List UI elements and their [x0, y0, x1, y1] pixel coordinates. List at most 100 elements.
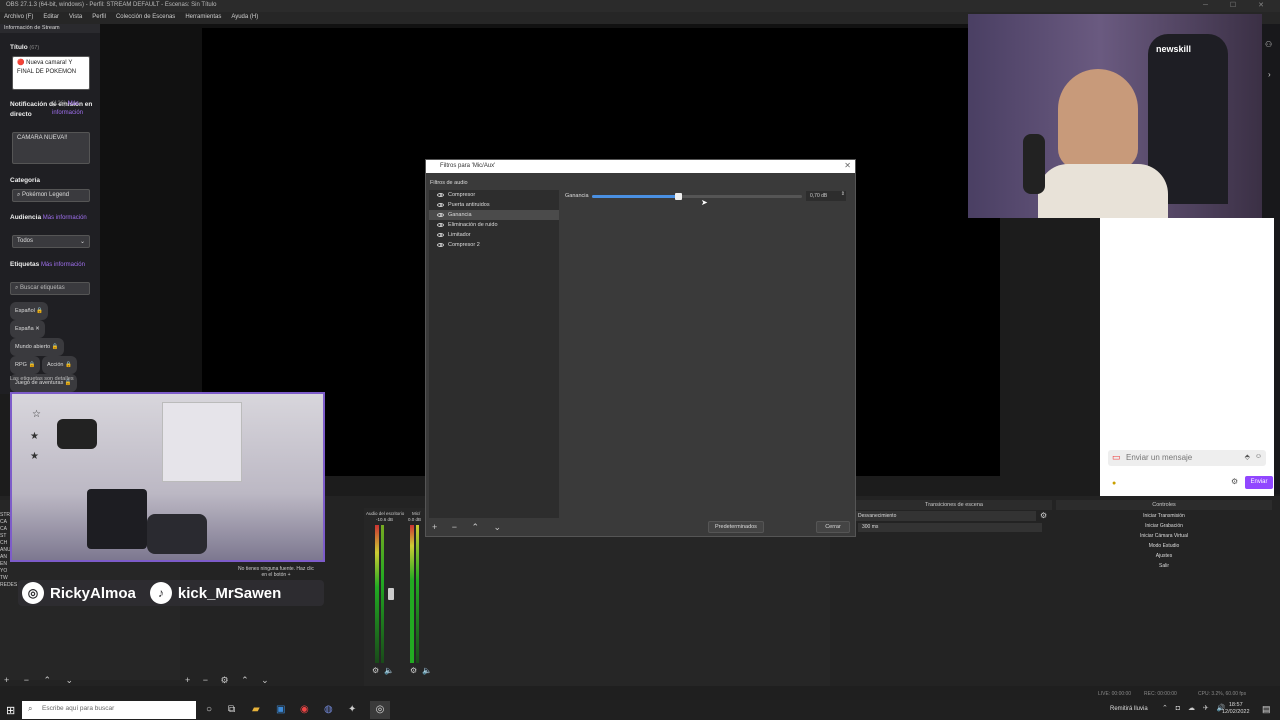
gain-slider-track[interactable] [592, 193, 802, 200]
menu-ayuda[interactable]: Ayuda (H) [231, 14, 258, 22]
mixer-meter-1b [381, 525, 384, 663]
exit-button[interactable]: Salir [1056, 561, 1272, 571]
close-icon[interactable]: ✕ [844, 161, 851, 170]
eye-visibility-icon[interactable] [437, 233, 444, 237]
eye-visibility-icon[interactable] [437, 213, 444, 217]
system-tray-icons[interactable]: ⌃ ◘ ☁ ✈ 🔊 [1162, 704, 1228, 712]
eye-visibility-icon[interactable] [437, 243, 444, 247]
instagram-handle: RickyAlmoa [50, 584, 136, 602]
studio-mode-button[interactable]: Modo Estudio [1056, 541, 1272, 551]
weather-text[interactable]: Remitirá lluvia [1110, 706, 1148, 712]
start-virtual-camera-button[interactable]: Iniciar Cámara Virtual [1056, 531, 1272, 541]
chevron-right-icon[interactable]: › [1268, 70, 1271, 79]
sources-toolbar[interactable]: + − ⚙ ⌃ ⌄ [185, 675, 274, 686]
mixer-fader-1[interactable] [388, 588, 394, 600]
scenes-toolbar[interactable]: + − ⌃ ⌄ [4, 675, 79, 686]
spinner-icon[interactable]: ⇕ [841, 191, 845, 197]
menu-archivo[interactable]: Archivo (F) [4, 14, 33, 22]
defaults-button[interactable]: Predeterminados [708, 521, 764, 533]
tag-chip[interactable]: Acción 🔒 [41, 356, 77, 374]
menu-herramientas[interactable]: Herramientas [185, 14, 221, 22]
audience-select[interactable]: Todos ⌄ [12, 235, 90, 248]
mixer-2-gear-icon[interactable]: ⚙ [410, 666, 417, 675]
filter-item[interactable]: Compresor [429, 190, 559, 200]
category-value: Pokémon Legend [22, 192, 70, 198]
menu-editar[interactable]: Editar [43, 14, 59, 22]
chat-message-input[interactable]: ▭ Enviar un mensaje ⬘ ☺ [1108, 450, 1266, 466]
tag-chip[interactable]: Mundo abierto 🔒 [10, 338, 64, 356]
gain-slider-thumb[interactable] [675, 193, 683, 200]
mixer-1-speaker-icon[interactable]: 🔈 [384, 666, 394, 675]
transition-type-select[interactable]: Desvanecimiento [856, 511, 1036, 521]
menu-coleccion[interactable]: Colección de Escenas [116, 14, 175, 22]
tag-chip[interactable]: RPG 🔒 [10, 356, 41, 374]
obs-taskbar-icon[interactable]: ◎ [370, 701, 390, 719]
dialog-title: Filtros para 'Mic/Aux' [440, 163, 496, 169]
chevron-down-icon: ⌄ [79, 239, 85, 245]
dialog-titlebar: Filtros para 'Mic/Aux' ✕ [426, 160, 855, 173]
task-view-icon[interactable]: ⧉ [228, 704, 235, 715]
tag-chip[interactable]: España ✕ [10, 320, 45, 338]
tags-search-input[interactable]: ⌕ Buscar etiquetas [10, 282, 90, 295]
eye-visibility-icon[interactable] [437, 223, 444, 227]
start-recording-button[interactable]: Iniciar Grabación [1056, 521, 1272, 531]
points-icon[interactable]: ● [1112, 480, 1116, 487]
instagram-icon: ◎ [22, 582, 44, 604]
mixer-channel-2-name: Mic/ [412, 511, 421, 516]
menu-perfil[interactable]: Perfil [92, 14, 106, 22]
filter-item[interactable]: Ganancia [429, 210, 559, 220]
eye-visibility-icon[interactable] [437, 203, 444, 207]
controls-buttons: Iniciar Transmisión Iniciar Grabación In… [1056, 511, 1272, 571]
clock[interactable]: 18:57 12/02/2022 [1222, 702, 1250, 716]
chat-panel: ▭ Enviar un mensaje ⬘ ☺ ● ⚙ Enviar [1100, 218, 1274, 496]
taskbar-search-input[interactable]: ⌕ Escribe aquí para buscar [22, 701, 196, 719]
scene-item[interactable]: EN [0, 561, 30, 568]
mixer-channel-1-name: Audio del escritorio [366, 511, 405, 516]
start-streaming-button[interactable]: Iniciar Transmisión [1056, 511, 1272, 521]
filter-item[interactable]: Limitador [429, 230, 559, 240]
app-icon[interactable]: ✦ [348, 704, 356, 715]
scene-item[interactable]: YO [0, 568, 30, 575]
transition-gear-icon[interactable]: ⚙ [1040, 511, 1047, 520]
category-input[interactable]: ⌕ Pokémon Legend [12, 189, 90, 202]
title-input[interactable]: 🔴 Nueva camara! Y FINAL DE POKEMON [12, 56, 90, 90]
notification-input[interactable]: CAMARA NUEVA!! [12, 132, 90, 164]
mixer-1-gear-icon[interactable]: ⚙ [372, 666, 379, 675]
filter-item[interactable]: Compresor 2 [429, 240, 559, 250]
filter-item[interactable]: Puerta antiruidos [429, 200, 559, 210]
emote-icon[interactable]: ⬘ [1245, 453, 1250, 461]
menu-vista[interactable]: Vista [69, 14, 82, 22]
mail-icon[interactable]: ▣ [276, 704, 285, 715]
tags-search-placeholder: Buscar etiquetas [20, 285, 65, 291]
chat-send-button[interactable]: Enviar [1245, 476, 1273, 489]
streamer-face [1058, 69, 1138, 169]
file-explorer-icon[interactable]: ▰ [252, 704, 260, 715]
transitions-dock-title: Transiciones de escena [856, 500, 1052, 510]
filter-item-label: Compresor [448, 192, 476, 198]
cortana-icon[interactable]: ○ [206, 704, 212, 715]
filter-item[interactable]: Eliminación de ruido [429, 220, 559, 230]
filters-toolbar[interactable]: + − ⌃ ⌄ [432, 522, 507, 533]
gain-value-input[interactable]: 0,70 dB ⇕ [806, 191, 846, 201]
users-icon[interactable]: ⚇ [1265, 40, 1272, 49]
gear-icon[interactable]: ⚙ [1231, 477, 1238, 486]
tag-chip[interactable]: Español 🔒 [10, 302, 49, 320]
chrome-icon[interactable]: ◉ [300, 704, 309, 715]
controls-title: Controles [1056, 500, 1272, 510]
window-controls[interactable]: ─ ☐ ✕ [1203, 1, 1274, 9]
close-button[interactable]: Cerrar [816, 521, 850, 533]
windows-start-icon[interactable]: ⊞ [6, 704, 15, 717]
transitions-title: Transiciones de escena [856, 500, 1052, 510]
transition-duration-input[interactable]: 300 ms [858, 523, 1042, 532]
stream-info-header: Información de Stream [0, 24, 100, 33]
audience-more-link[interactable]: Más información [43, 215, 87, 221]
tags-more-link[interactable]: Más información [41, 262, 85, 268]
mixer-meter-1 [375, 525, 379, 663]
eye-visibility-icon[interactable] [437, 193, 444, 197]
discord-icon[interactable]: ◍ [324, 704, 333, 715]
status-cpu: CPU: 3.2%, 60.00 fps [1198, 691, 1247, 697]
mixer-2-speaker-icon[interactable]: 🔈 [422, 666, 432, 675]
settings-button[interactable]: Ajustes [1056, 551, 1272, 561]
notifications-icon[interactable]: ▤ [1262, 704, 1271, 715]
smiley-icon[interactable]: ☺ [1255, 453, 1262, 460]
